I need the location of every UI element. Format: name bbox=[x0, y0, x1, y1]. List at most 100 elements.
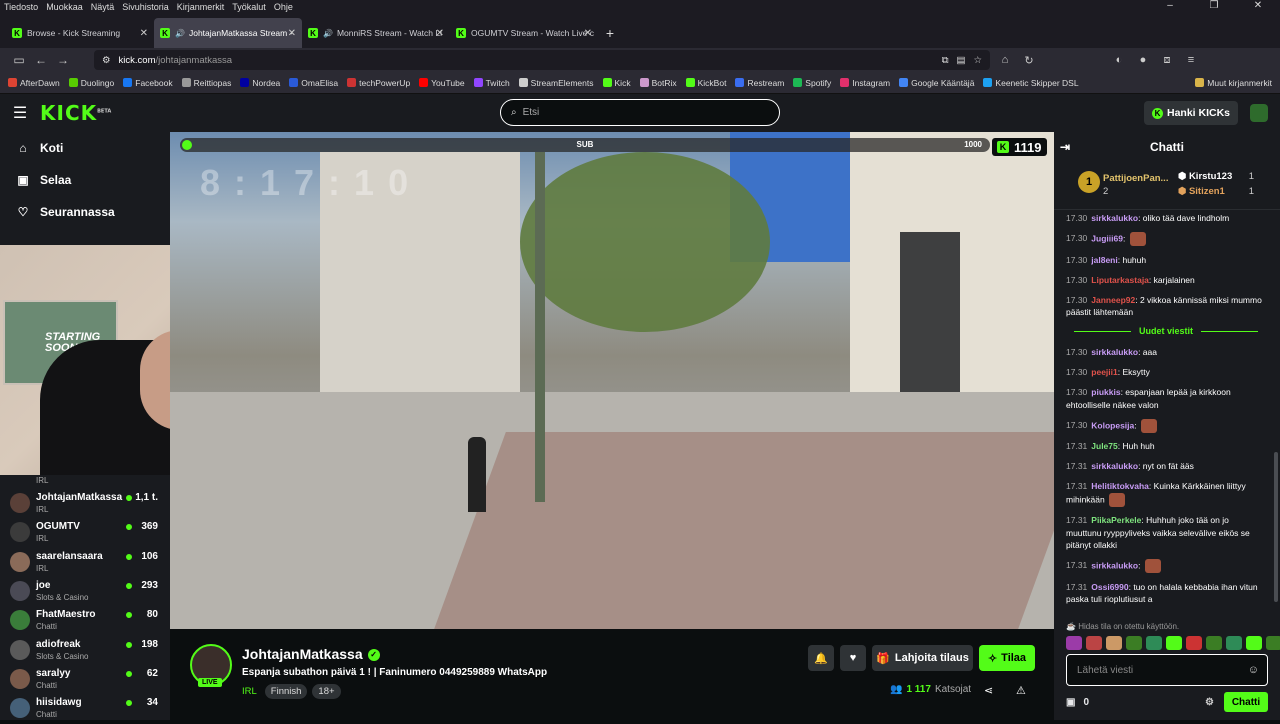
emote-icon[interactable] bbox=[1206, 636, 1222, 650]
chat-scrollbar[interactable] bbox=[1274, 452, 1278, 602]
bookmark-item[interactable]: YouTube bbox=[419, 78, 465, 88]
message-username[interactable]: jal8eni bbox=[1091, 255, 1117, 265]
home-icon[interactable]: ⌂ bbox=[996, 54, 1014, 67]
emote-icon[interactable] bbox=[1266, 636, 1280, 650]
sidebar-item-seurannassa[interactable]: ♡ Seurannassa bbox=[0, 196, 170, 228]
message-username[interactable]: Liputarkastaja bbox=[1091, 275, 1149, 285]
close-window-icon[interactable]: ✕ bbox=[1236, 0, 1280, 11]
bookmark-item[interactable]: Restream bbox=[735, 78, 784, 88]
speaker-icon[interactable]: 🔊 bbox=[323, 29, 333, 38]
tag-chip[interactable]: Finnish bbox=[264, 684, 308, 699]
message-username[interactable]: sirkkalukko bbox=[1091, 560, 1138, 570]
kick-logo[interactable]: KICKBETA bbox=[40, 101, 111, 125]
site-info-icon[interactable]: ⚙ bbox=[102, 55, 111, 66]
followed-stream-item[interactable]: adiofreak Slots & Casino 198 bbox=[10, 637, 170, 666]
bookmark-item[interactable]: Nordea bbox=[240, 78, 280, 88]
forward-icon[interactable]: → bbox=[52, 53, 74, 67]
message-username[interactable]: PiikaPerkele bbox=[1091, 515, 1141, 525]
message-username[interactable]: Ossi6990 bbox=[1091, 582, 1128, 592]
bookmark-item[interactable]: Duolingo bbox=[68, 78, 114, 88]
sidebar-toggle-icon[interactable]: ▭ bbox=[8, 53, 30, 67]
chat-input[interactable]: Lähetä viesti ☺ bbox=[1066, 654, 1268, 686]
emote-icon[interactable] bbox=[1166, 636, 1182, 650]
sidebar-item-koti[interactable]: ⌂ Koti bbox=[0, 132, 170, 164]
tab-browse[interactable]: K Browse - Kick Streaming ✕ bbox=[6, 18, 154, 48]
emote-icon[interactable] bbox=[1086, 636, 1102, 650]
followed-stream-item[interactable]: OGUMTV IRL 369 bbox=[10, 519, 170, 548]
follow-button[interactable]: ♥ bbox=[840, 645, 866, 671]
menu-item[interactable]: Tiedosto bbox=[0, 2, 42, 12]
bookmark-item[interactable]: Reittiopas bbox=[181, 78, 231, 88]
other-bookmarks[interactable]: Muut kirjanmerkit bbox=[1195, 78, 1272, 88]
emote-icon[interactable] bbox=[1186, 636, 1202, 650]
close-tab-icon[interactable]: ✕ bbox=[436, 28, 444, 39]
message-username[interactable]: Janneep92 bbox=[1091, 295, 1135, 305]
followed-stream-item[interactable]: saralyy Chatti 62 bbox=[10, 666, 170, 695]
screenshot-icon[interactable]: ⧉ bbox=[942, 55, 949, 66]
user-avatar[interactable] bbox=[1250, 104, 1268, 122]
tab-monnirs[interactable]: K 🔊 MonniRS Stream - Watch Li ✕ bbox=[302, 18, 450, 48]
bookmark-item[interactable]: techPowerUp bbox=[347, 78, 410, 88]
hamburger-menu-icon[interactable]: ☰ bbox=[0, 103, 40, 123]
address-bar[interactable]: ⚙ kick.com/johtajanmatkassa ⧉ ▤ ☆ bbox=[94, 50, 990, 70]
menu-item[interactable]: Näytä bbox=[87, 2, 119, 12]
collapse-chat-icon[interactable]: ⇥ bbox=[1060, 140, 1070, 154]
bookmark-item[interactable]: Google Kääntäjä bbox=[899, 78, 974, 88]
emote-icon[interactable] bbox=[1146, 636, 1162, 650]
menu-item[interactable]: Ohje bbox=[270, 2, 297, 12]
tab-ogumtv[interactable]: K OGUMTV Stream - Watch Live c ✕ bbox=[450, 18, 598, 48]
message-username[interactable]: Helitiktokvaha bbox=[1091, 481, 1149, 491]
back-icon[interactable]: ← bbox=[30, 53, 52, 67]
channel-name[interactable]: JohtajanMatkassa ✓ bbox=[242, 646, 380, 662]
send-chat-button[interactable]: Chatti bbox=[1224, 692, 1268, 712]
bookmark-item[interactable]: Twitch bbox=[473, 78, 510, 88]
close-tab-icon[interactable]: ✕ bbox=[140, 28, 148, 39]
speaker-icon[interactable]: 🔊 bbox=[175, 29, 185, 38]
maximize-icon[interactable]: ❐ bbox=[1192, 0, 1236, 11]
menu-item[interactable]: Työkalut bbox=[228, 2, 270, 12]
bookmark-item[interactable]: AfterDawn bbox=[8, 78, 60, 88]
gift-sub-button[interactable]: 🎁 Lahjoita tilaus bbox=[872, 645, 973, 671]
close-tab-icon[interactable]: ✕ bbox=[584, 28, 592, 39]
sidebar-item-selaa[interactable]: ▣ Selaa bbox=[0, 164, 170, 196]
message-username[interactable]: piukkis bbox=[1091, 387, 1120, 397]
emote-icon[interactable] bbox=[1226, 636, 1242, 650]
extension-icon[interactable]: ◐ bbox=[1110, 54, 1128, 67]
category-link[interactable]: IRL bbox=[242, 686, 257, 697]
minimize-icon[interactable]: – bbox=[1148, 0, 1192, 11]
bookmark-star-icon[interactable]: ☆ bbox=[973, 55, 982, 66]
message-username[interactable]: peejii1 bbox=[1091, 367, 1117, 377]
emote-icon[interactable] bbox=[1066, 636, 1082, 650]
followed-stream-item[interactable]: joe Slots & Casino 293 bbox=[10, 578, 170, 607]
close-tab-icon[interactable]: ✕ bbox=[288, 28, 296, 39]
top-gifter-name[interactable]: PattijoenPan... bbox=[1103, 173, 1168, 184]
followed-stream-item[interactable]: FhatMaestro Chatti 80 bbox=[10, 607, 170, 636]
video-player[interactable]: 8:17:10 bbox=[170, 132, 1054, 629]
message-username[interactable]: Jule75 bbox=[1091, 441, 1117, 451]
new-tab-button[interactable]: + bbox=[598, 18, 622, 48]
tab-johtajanmatkassa[interactable]: K 🔊 JohtajanMatkassa Stream - ✕ bbox=[154, 18, 302, 48]
message-username[interactable]: sirkkalukko bbox=[1091, 213, 1138, 223]
message-username[interactable]: sirkkalukko bbox=[1091, 347, 1138, 357]
share-icon[interactable]: ⋖ bbox=[984, 684, 993, 697]
bookmark-item[interactable]: Facebook bbox=[123, 78, 173, 88]
app-menu-icon[interactable]: ≡ bbox=[1182, 54, 1200, 67]
third-gifter[interactable]: ⬢ Sitizen1 bbox=[1178, 186, 1225, 197]
extension-badge-icon[interactable]: ● bbox=[1134, 54, 1152, 67]
message-username[interactable]: Jugiii69 bbox=[1091, 233, 1123, 243]
followed-stream-item[interactable]: JohtajanMatkassa IRL 1,1 t. bbox=[10, 490, 170, 519]
chat-settings-icon[interactable]: ⚙ bbox=[1205, 697, 1214, 708]
menu-item[interactable]: Muokkaa bbox=[42, 2, 87, 12]
get-kicks-button[interactable]: K Hanki KICKs bbox=[1143, 101, 1238, 125]
menu-item[interactable]: Kirjanmerkit bbox=[173, 2, 229, 12]
menu-item[interactable]: Sivuhistoria bbox=[118, 2, 173, 12]
extensions-icon[interactable]: ⧈ bbox=[1158, 54, 1176, 67]
bookmark-item[interactable]: StreamElements bbox=[518, 78, 594, 88]
bookmark-item[interactable]: Keenetic Skipper DSL bbox=[983, 78, 1079, 88]
report-icon[interactable]: ⚠ bbox=[1016, 684, 1026, 697]
bookmark-item[interactable]: KickBot bbox=[685, 78, 726, 88]
message-username[interactable]: sirkkalukko bbox=[1091, 461, 1138, 471]
emoji-icon[interactable]: ☺ bbox=[1248, 664, 1259, 676]
second-gifter[interactable]: ⬢ Kirstu123 bbox=[1178, 171, 1232, 182]
followed-stream-item[interactable]: saarelansaara IRL 106 bbox=[10, 549, 170, 578]
